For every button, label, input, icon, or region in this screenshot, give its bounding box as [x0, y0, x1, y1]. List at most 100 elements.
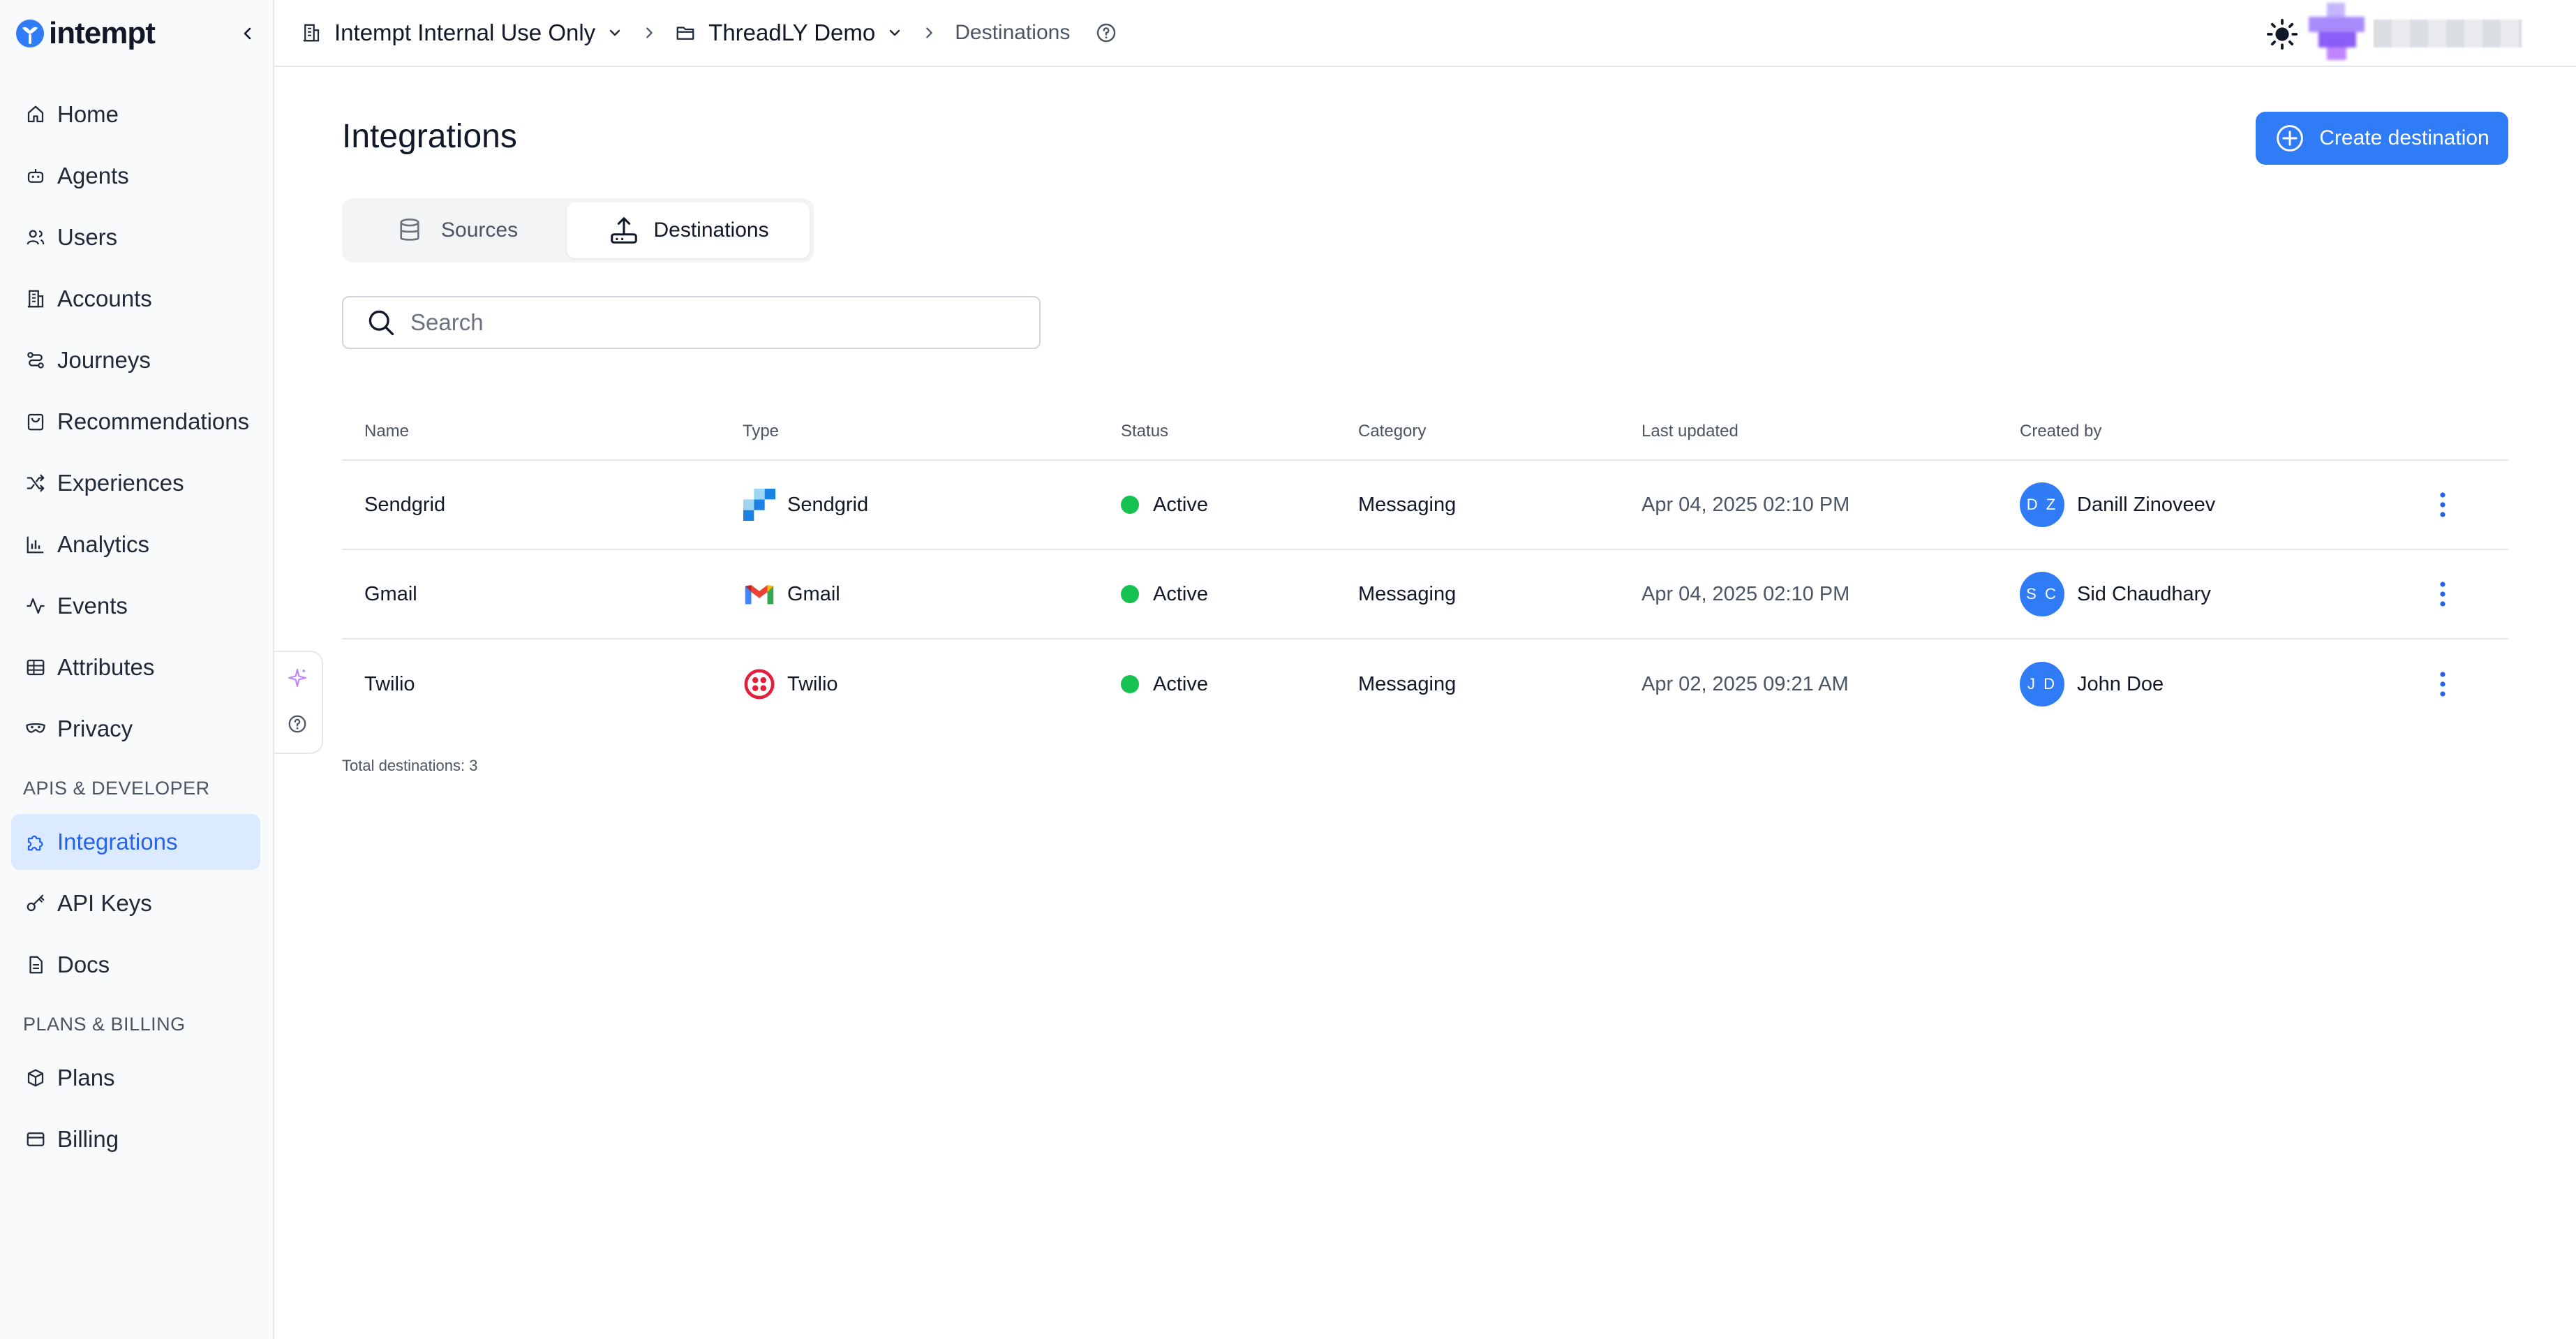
destination-category: Messaging	[1358, 582, 1457, 605]
sidebar-item-label: Billing	[57, 1126, 119, 1152]
more-vertical-icon	[2440, 582, 2445, 607]
create-destination-label: Create destination	[2319, 126, 2489, 149]
last-updated: Apr 04, 2025 02:10 PM	[1641, 493, 1850, 516]
key-icon	[24, 892, 47, 915]
table-row[interactable]: Gmail Gmail Active Messaging Apr 04, 202…	[342, 550, 2508, 639]
sidebar-item-agents[interactable]: Agents	[11, 148, 260, 204]
tab-sources-label: Sources	[441, 219, 519, 242]
status-badge: Active	[1121, 494, 1208, 517]
sidebar-item-events[interactable]: Events	[11, 578, 260, 634]
column-header-created-by[interactable]: Created by	[2020, 422, 2101, 441]
tab-destinations-label: Destinations	[653, 219, 769, 242]
created-by: J D John Doe	[2020, 662, 2164, 707]
destinations-table: Name Type Status Category Last updated C…	[342, 404, 2508, 729]
table-icon	[24, 656, 47, 679]
table-row[interactable]: Sendgrid Sendgrid Active Messaging Apr 0…	[342, 461, 2508, 550]
sidebar-item-label: Privacy	[57, 716, 133, 741]
destination-name[interactable]: Gmail	[364, 583, 417, 606]
collapse-sidebar-button[interactable]	[234, 20, 262, 47]
breadcrumb-project[interactable]: ThreadLY Demo	[675, 20, 904, 46]
sidebar: intempt Home Agents Users Accounts Journ…	[0, 0, 274, 1339]
sidebar-item-accounts[interactable]: Accounts	[11, 271, 260, 327]
column-header-category[interactable]: Category	[1358, 422, 1426, 441]
sidebar-item-docs[interactable]: Docs	[11, 937, 260, 993]
activity-icon	[24, 594, 47, 618]
upload-icon	[608, 214, 640, 246]
assistant-toolbar	[274, 651, 323, 754]
sidebar-item-label: Journeys	[57, 347, 151, 373]
row-actions-button[interactable]	[2429, 575, 2457, 614]
last-updated: Apr 02, 2025 09:21 AM	[1641, 672, 1849, 695]
sidebar-item-attributes[interactable]: Attributes	[11, 639, 260, 695]
sidebar-item-label: Accounts	[57, 286, 152, 311]
sidebar-item-api-keys[interactable]: API Keys	[11, 875, 260, 931]
sidebar-item-home[interactable]: Home	[11, 87, 260, 142]
logo[interactable]: intempt	[14, 15, 262, 52]
sidebar-item-label: Docs	[57, 952, 110, 977]
shuffle-icon	[24, 471, 47, 495]
sidebar-item-recommendations[interactable]: Recommendations	[11, 394, 260, 450]
building-icon	[301, 21, 325, 45]
sidebar-item-journeys[interactable]: Journeys	[11, 332, 260, 388]
status-dot-icon	[1121, 675, 1139, 693]
credit-card-icon	[24, 1127, 47, 1151]
search-input[interactable]	[410, 309, 1025, 336]
destination-type: Twilio	[743, 667, 838, 701]
bar-chart-icon	[24, 533, 47, 556]
document-icon	[24, 953, 47, 977]
destination-name[interactable]: Twilio	[364, 673, 415, 696]
sparkle-icon[interactable]	[285, 666, 309, 690]
status-dot-icon	[1121, 496, 1139, 514]
column-header-status[interactable]: Status	[1121, 422, 1168, 441]
logo-text: intempt	[49, 16, 156, 50]
column-header-name[interactable]: Name	[364, 422, 409, 441]
sidebar-item-label: Experiences	[57, 470, 184, 496]
search-box	[342, 296, 1041, 349]
search-icon	[366, 306, 398, 339]
sidebar-item-label: Events	[57, 593, 128, 619]
tab-destinations[interactable]: Destinations	[567, 202, 810, 258]
status-label: Active	[1153, 672, 1208, 695]
last-updated: Apr 04, 2025 02:10 PM	[1641, 582, 1850, 605]
sidebar-item-users[interactable]: Users	[11, 209, 260, 265]
sidebar-item-label: Attributes	[57, 654, 155, 680]
sidebar-item-integrations[interactable]: Integrations	[11, 814, 260, 870]
column-header-last-updated[interactable]: Last updated	[1641, 422, 1739, 441]
table-row[interactable]: Twilio Twilio Active Messaging Apr 02, 2…	[342, 639, 2508, 729]
tab-sources[interactable]: Sources	[346, 202, 567, 258]
robot-icon	[24, 164, 47, 188]
breadcrumb-org[interactable]: Intempt Internal Use Only	[301, 20, 625, 46]
sidebar-item-billing[interactable]: Billing	[11, 1111, 260, 1167]
page-title: Integrations	[342, 118, 517, 155]
box-icon	[24, 1066, 47, 1090]
column-header-type[interactable]: Type	[743, 422, 779, 441]
chevron-down-icon	[606, 24, 625, 42]
created-by: S C Sid Chaudhary	[2020, 572, 2211, 616]
sidebar-item-analytics[interactable]: Analytics	[11, 517, 260, 572]
theme-toggle-button[interactable]	[2265, 17, 2300, 52]
status-label: Active	[1153, 493, 1208, 516]
table-header: Name Type Status Category Last updated C…	[342, 404, 2508, 461]
creator-name: Danill Zinoveev	[2077, 493, 2216, 516]
row-actions-button[interactable]	[2429, 485, 2457, 524]
row-actions-button[interactable]	[2429, 665, 2457, 704]
help-icon[interactable]	[285, 712, 309, 736]
destination-name[interactable]: Sendgrid	[364, 494, 445, 517]
sidebar-item-plans[interactable]: Plans	[11, 1050, 260, 1106]
help-icon[interactable]	[1095, 21, 1119, 45]
sidebar-item-label: Home	[57, 101, 119, 127]
breadcrumb-current-label: Destinations	[955, 21, 1071, 44]
sidebar-item-experiences[interactable]: Experiences	[11, 455, 260, 511]
create-destination-button[interactable]: Create destination	[2256, 112, 2508, 165]
sidebar-item-label: Users	[57, 224, 118, 250]
user-name-blurred[interactable]	[2374, 20, 2522, 47]
total-count: Total destinations: 3	[342, 757, 478, 774]
destination-type: Gmail	[743, 577, 840, 611]
sidebar-item-privacy[interactable]: Privacy	[11, 701, 260, 757]
sidebar-item-label: Plans	[57, 1065, 115, 1090]
journey-icon	[24, 348, 47, 372]
status-badge: Active	[1121, 673, 1208, 696]
more-vertical-icon	[2440, 672, 2445, 697]
user-avatar[interactable]	[2309, 3, 2365, 60]
destination-type-label: Sendgrid	[787, 493, 869, 516]
